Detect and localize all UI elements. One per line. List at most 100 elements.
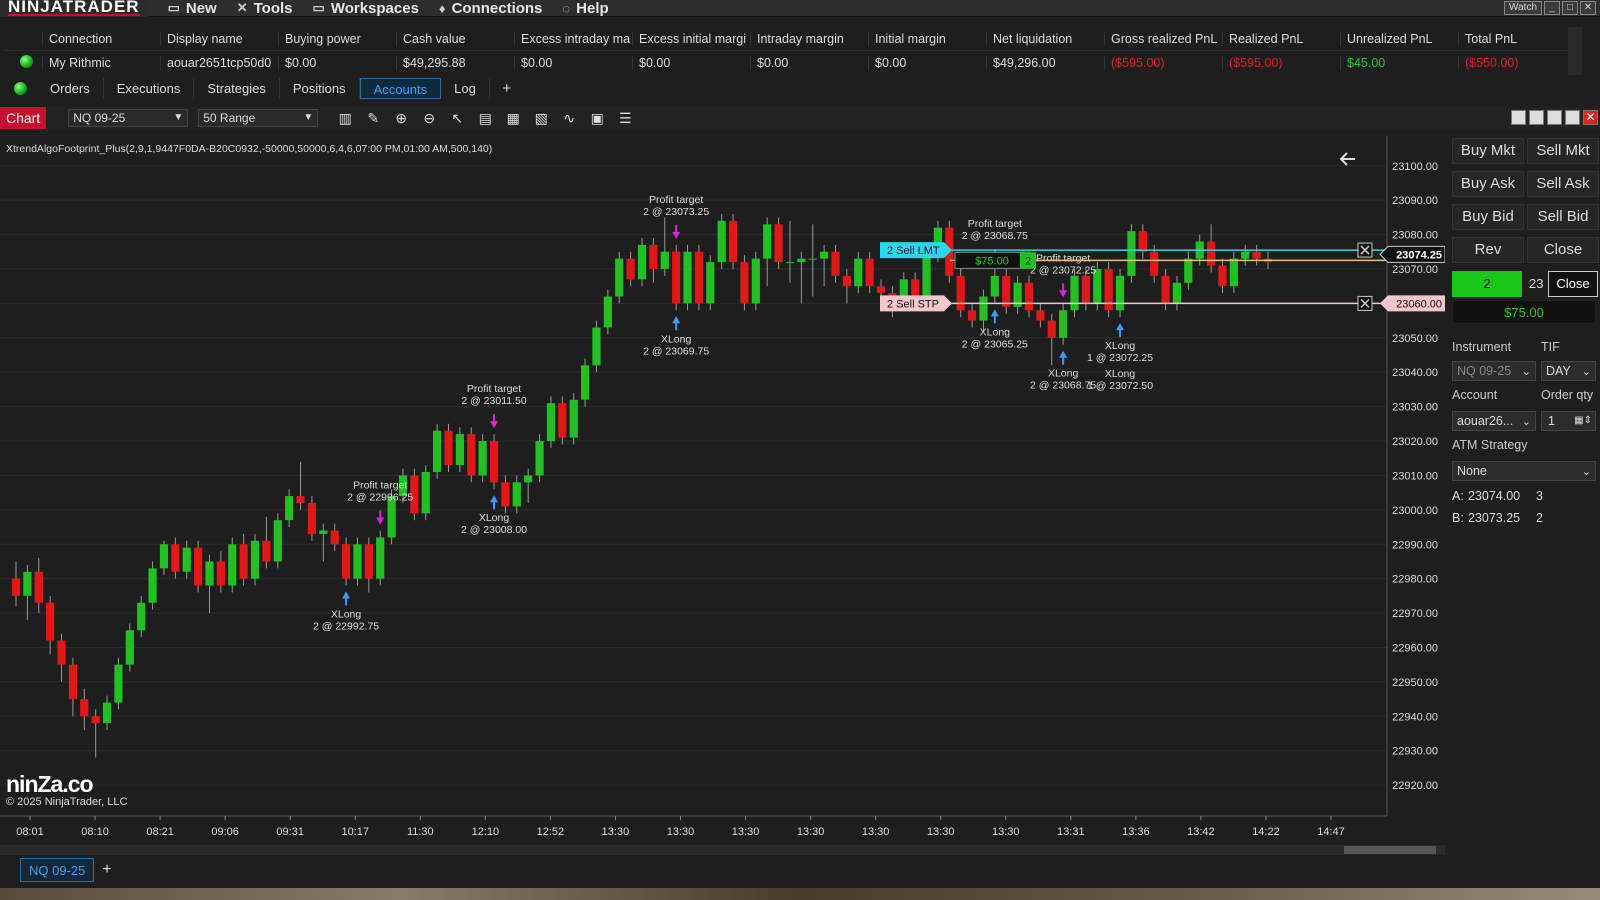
add-chart-tab-icon[interactable]: + xyxy=(102,861,111,879)
chart-area[interactable]: 23100.00 23090.00 23080.00 23070.00 23060.00… xyxy=(0,136,1445,838)
accounts-header-7[interactable]: Initial margin xyxy=(868,31,986,46)
tab-executions[interactable]: Executions xyxy=(104,78,195,99)
candle-body xyxy=(979,296,988,321)
close-button[interactable]: Close xyxy=(1527,237,1599,263)
account-select[interactable]: aouar26... ⌄ xyxy=(1452,411,1536,431)
instrument-selector[interactable]: NQ 09-25 ▼ xyxy=(68,109,189,127)
menu-new[interactable]: ▭ New xyxy=(168,0,217,17)
position-quantity[interactable]: 2 xyxy=(1452,271,1522,297)
data-box-icon[interactable]: ▤ xyxy=(476,110,494,127)
tile2-button[interactable] xyxy=(1529,110,1544,125)
candle-body xyxy=(1161,275,1170,304)
drawing-tool-icon[interactable]: ✎ xyxy=(364,110,382,127)
candle-body xyxy=(524,475,533,483)
trade-marker-label: 2 @ 23011.50 xyxy=(461,395,527,407)
candle-body xyxy=(23,571,32,596)
period-selector[interactable]: 50 Range ▼ xyxy=(198,109,319,127)
tile-button[interactable] xyxy=(1511,110,1526,125)
pointer-icon[interactable]: ↖ xyxy=(448,110,466,127)
rev-button[interactable]: Rev xyxy=(1452,237,1524,263)
candle-body xyxy=(273,520,282,562)
maximize-button[interactable]: □ xyxy=(1562,1,1578,15)
candle-body xyxy=(296,496,305,503)
candle-body xyxy=(637,244,647,280)
buy-ask-button[interactable]: Buy Ask xyxy=(1452,171,1524,197)
accounts-grid: Connection Display name Buying power Cash v… xyxy=(4,27,1582,75)
sell-bid-button[interactable]: Sell Bid xyxy=(1527,204,1599,230)
sell-ask-button[interactable]: Sell Ask xyxy=(1527,171,1599,197)
minimize-button[interactable]: _ xyxy=(1544,1,1560,15)
indicators-icon[interactable]: ▦ xyxy=(504,110,522,127)
accounts-header-11[interactable]: Unrealized PnL xyxy=(1340,31,1458,46)
accounts-data-row[interactable]: My Rithmic aouar2651tcp50d0 $0.00 $49,295.8… xyxy=(4,51,1582,75)
connection-status-cell xyxy=(4,55,42,71)
menu-help[interactable]: ◌ Help xyxy=(562,0,608,17)
accounts-header-0[interactable]: Connection xyxy=(42,31,160,46)
zoom-in-icon[interactable]: ⊕ xyxy=(392,110,410,127)
qty-stepper-icon[interactable]: ▦⇕ xyxy=(1574,412,1592,430)
price-chart[interactable]: 23100.00 23090.00 23080.00 23070.00 23060.00… xyxy=(0,136,1445,843)
accounts-header-2[interactable]: Buying power xyxy=(278,31,396,46)
properties-icon[interactable]: ▣ xyxy=(588,110,606,127)
order-qty-input[interactable]: 1 ▦⇕ xyxy=(1541,411,1596,431)
chart-minimize-button[interactable] xyxy=(1547,110,1562,125)
price-tick-label: 23090.00 xyxy=(1392,195,1438,207)
menu-connections[interactable]: ♦ Connections xyxy=(439,0,542,17)
watch-button[interactable]: Watch xyxy=(1504,1,1542,15)
time-tick-label: 08:21 xyxy=(146,826,174,838)
sell-mkt-button[interactable]: Sell Mkt xyxy=(1527,138,1599,164)
bar-type-icon[interactable]: ▥ xyxy=(336,110,354,127)
tab-orders[interactable]: Orders xyxy=(37,78,104,99)
chart-tools: ▥ ✎ ⊕ ⊖ ↖ ▤ ▦ ▧ ∿ ▣ ☰ xyxy=(336,110,634,127)
candle-body xyxy=(353,544,362,579)
menu-workspaces[interactable]: ▭ Workspaces xyxy=(313,0,419,17)
strategies-icon[interactable]: ▧ xyxy=(532,110,550,127)
trade-marker-label: Profit target xyxy=(649,194,703,206)
accounts-header-8[interactable]: Net liquidation xyxy=(986,31,1104,46)
menu-tools[interactable]: ✕ Tools xyxy=(237,0,293,17)
add-tab-icon[interactable]: + xyxy=(496,80,518,97)
candle-body xyxy=(592,327,601,366)
candle-body xyxy=(876,286,886,294)
chart-maximize-button[interactable] xyxy=(1565,110,1580,125)
list-icon[interactable]: ☰ xyxy=(616,110,634,127)
accounts-cell-3: $49,295.88 xyxy=(396,56,514,70)
accounts-header-6[interactable]: Intraday margin xyxy=(750,31,868,46)
tab-strategies[interactable]: Strategies xyxy=(194,78,280,99)
candle-body xyxy=(1184,258,1193,283)
accounts-header-9[interactable]: Gross realized PnL xyxy=(1104,31,1222,46)
price-tick-label: 23010.00 xyxy=(1392,470,1438,482)
ninjatrader-logo[interactable]: NINJATRADER xyxy=(0,0,148,17)
accounts-header-10[interactable]: Realized PnL xyxy=(1222,31,1340,46)
instrument-select[interactable]: NQ 09-25 ⌄ xyxy=(1452,361,1536,381)
candle-body xyxy=(194,547,203,586)
atm-strategy-select[interactable]: None ⌄ xyxy=(1452,461,1596,481)
ask-size: 3 xyxy=(1536,489,1543,503)
menu-new-label: New xyxy=(185,0,217,17)
tif-select-value: DAY xyxy=(1546,364,1571,378)
tab-accounts[interactable]: Accounts xyxy=(359,78,442,99)
chart-trader-icon[interactable]: ∿ xyxy=(560,110,578,127)
tab-positions[interactable]: Positions xyxy=(280,78,360,99)
accounts-scrollbar[interactable] xyxy=(1568,27,1582,75)
buy-bid-button[interactable]: Buy Bid xyxy=(1452,204,1524,230)
candle-body xyxy=(80,699,89,717)
close-button[interactable]: ✕ xyxy=(1580,1,1596,15)
chart-close-button[interactable]: ✕ xyxy=(1583,110,1598,125)
tab-log[interactable]: Log xyxy=(441,78,490,99)
accounts-header-1[interactable]: Display name xyxy=(160,31,278,46)
buy-mkt-button[interactable]: Buy Mkt xyxy=(1452,138,1524,164)
accounts-header-5[interactable]: Excess initial margi xyxy=(632,31,750,46)
chart-tab-nq[interactable]: NQ 09-25 xyxy=(20,858,95,882)
period-selector-value: 50 Range xyxy=(203,111,256,125)
time-tick-label: 12:52 xyxy=(537,826,565,838)
trade-marker-label: 2 @ 22996.25 xyxy=(347,491,413,503)
accounts-header-3[interactable]: Cash value xyxy=(396,31,514,46)
chart-horizontal-scrollbar[interactable] xyxy=(0,845,1445,855)
accounts-header-4[interactable]: Excess intraday ma xyxy=(514,31,632,46)
zoom-out-icon[interactable]: ⊖ xyxy=(420,110,438,127)
candle-body xyxy=(558,403,567,438)
accounts-header-12[interactable]: Total PnL xyxy=(1458,31,1576,46)
scrollbar-thumb[interactable] xyxy=(1344,846,1436,854)
tif-select[interactable]: DAY ⌄ xyxy=(1541,361,1596,381)
